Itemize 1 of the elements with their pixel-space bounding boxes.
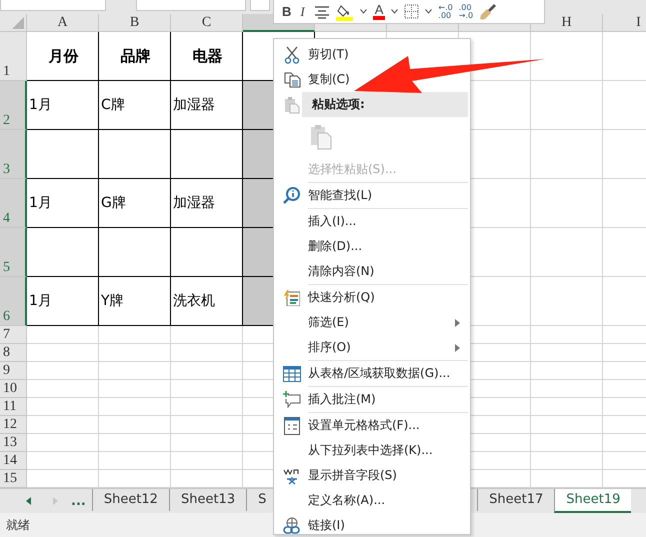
status-text: 就绪	[6, 516, 30, 534]
